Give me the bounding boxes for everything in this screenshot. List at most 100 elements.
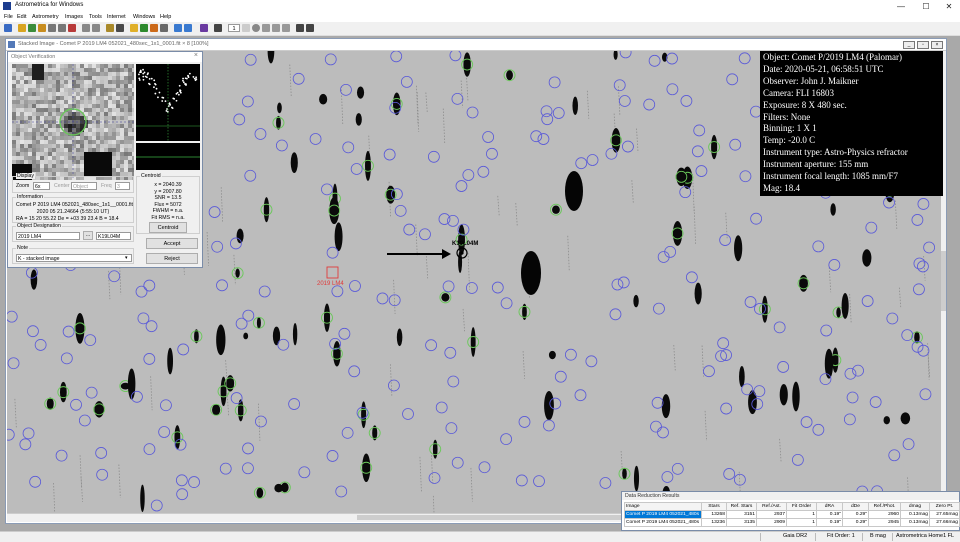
zoom-pixel bbox=[104, 92, 108, 96]
reject-button[interactable]: Reject bbox=[146, 253, 198, 264]
column-header[interactable]: Ref. Stars bbox=[726, 502, 757, 511]
zoom-pixel bbox=[40, 80, 44, 84]
mask-icon[interactable] bbox=[68, 24, 76, 32]
zoom-pixel bbox=[28, 96, 32, 100]
note-dropdown-icon[interactable]: ▾ bbox=[125, 255, 128, 261]
column-header[interactable]: dRA bbox=[816, 502, 843, 511]
zoom-pixel bbox=[36, 144, 40, 148]
column-header[interactable]: Stars bbox=[701, 502, 727, 511]
image-icon[interactable] bbox=[48, 24, 56, 32]
zoom-pixel bbox=[12, 124, 16, 128]
menu-windows[interactable]: Windows bbox=[133, 13, 155, 22]
darks-icon[interactable] bbox=[82, 24, 90, 32]
dialog-close-icon[interactable]: × bbox=[194, 52, 198, 59]
menu-help[interactable]: Help bbox=[160, 13, 171, 22]
status-bar: Gaia DR2 Fit Order: 1 B mag Astrometrica… bbox=[0, 531, 960, 542]
table-cell: 3151 bbox=[726, 510, 757, 519]
folder-icon[interactable] bbox=[38, 24, 46, 32]
star-streak bbox=[676, 167, 687, 187]
zoom-pixel bbox=[20, 128, 24, 132]
frame-input[interactable]: 1 bbox=[228, 24, 240, 32]
settings-icon[interactable] bbox=[106, 24, 114, 32]
table-row[interactable]: Comet P 2019 LM4 052021_480s 13268 3151 … bbox=[624, 510, 960, 519]
column-header[interactable]: dmag bbox=[900, 502, 930, 511]
zoom-pixel bbox=[104, 84, 108, 88]
next-icon[interactable] bbox=[272, 24, 280, 32]
save-icon[interactable] bbox=[28, 24, 36, 32]
freq-stepper[interactable]: 3 bbox=[115, 182, 130, 190]
record-icon[interactable] bbox=[252, 24, 260, 32]
close-button[interactable]: ✕ bbox=[938, 0, 960, 13]
column-header[interactable]: dDe bbox=[842, 502, 869, 511]
star-icon[interactable] bbox=[130, 24, 138, 32]
crosshair-icon[interactable] bbox=[160, 24, 168, 32]
star-streak bbox=[235, 268, 240, 278]
menu-astrometry[interactable]: Astrometry bbox=[32, 13, 59, 22]
menu-edit[interactable]: Edit bbox=[17, 13, 26, 22]
catalog-star-circle bbox=[400, 76, 413, 88]
zoom-select[interactable]: 6x bbox=[33, 182, 50, 190]
designation-code-input[interactable]: K19L04M bbox=[96, 232, 131, 240]
open-icon[interactable] bbox=[18, 24, 26, 32]
centroid-button[interactable]: Centroid bbox=[149, 222, 187, 233]
stack-icon[interactable] bbox=[58, 24, 66, 32]
menu-tools[interactable]: Tools bbox=[89, 13, 102, 22]
zoom-pixel bbox=[32, 116, 36, 120]
tool-b-icon[interactable] bbox=[306, 24, 314, 32]
column-header[interactable]: Fit Order bbox=[786, 502, 817, 511]
zoom-pixel bbox=[96, 160, 100, 164]
blink-icon[interactable] bbox=[116, 24, 124, 32]
menu-images[interactable]: Images bbox=[65, 13, 83, 22]
zoom-pixel bbox=[60, 156, 64, 160]
zoom-pixel bbox=[16, 152, 20, 156]
zoom-pixel bbox=[124, 152, 128, 156]
centroid-x: x = 2040.39 bbox=[154, 182, 182, 188]
frame-stepper-icon[interactable] bbox=[242, 24, 250, 32]
last-icon[interactable] bbox=[282, 24, 290, 32]
accept-button[interactable]: Accept bbox=[146, 238, 198, 249]
reduce-icon[interactable] bbox=[140, 24, 148, 32]
vertical-scroll-thumb[interactable] bbox=[941, 251, 946, 311]
zoom-pixel bbox=[132, 116, 134, 120]
zoom-out-icon[interactable] bbox=[184, 24, 192, 32]
brightness-profile-plot bbox=[136, 64, 200, 141]
new-icon[interactable] bbox=[4, 24, 12, 32]
column-header[interactable]: Image bbox=[624, 502, 702, 511]
zoom-pixel bbox=[80, 96, 84, 100]
menu-internet[interactable]: Internet bbox=[107, 13, 126, 22]
image-restore-button[interactable]: ▫ bbox=[917, 41, 929, 49]
track-icon[interactable] bbox=[150, 24, 158, 32]
bright-star bbox=[565, 171, 583, 211]
image-minimize-button[interactable]: _ bbox=[903, 41, 915, 49]
zoom-pixel bbox=[108, 64, 112, 68]
zoom-pixel bbox=[108, 144, 112, 148]
zoom-pixel bbox=[120, 72, 124, 76]
zoom-in-icon[interactable] bbox=[174, 24, 182, 32]
note-select[interactable]: K - stacked image bbox=[16, 254, 132, 262]
zoom-pixel bbox=[112, 76, 116, 80]
menu-file[interactable]: File bbox=[4, 13, 13, 22]
designation-input[interactable]: 2019 LM4 bbox=[16, 232, 80, 240]
zoom-pixel bbox=[104, 104, 108, 108]
zoom-pixel bbox=[128, 144, 132, 148]
designation-browse-button[interactable]: ... bbox=[83, 231, 93, 240]
maximize-button[interactable]: ☐ bbox=[915, 0, 937, 13]
flats-icon[interactable] bbox=[92, 24, 100, 32]
zoom-pixel bbox=[124, 72, 128, 76]
zoom-pixel bbox=[36, 152, 40, 156]
zoom-pixel bbox=[108, 168, 112, 172]
tool-a-icon[interactable] bbox=[296, 24, 304, 32]
catalog-star-circle bbox=[777, 361, 790, 373]
column-header[interactable]: Ref./Phot. bbox=[868, 502, 901, 511]
table-row[interactable]: Comet P 2019 LM4 052021_480s 13236 3135 … bbox=[624, 518, 960, 527]
info-icon[interactable] bbox=[200, 24, 208, 32]
play-icon[interactable] bbox=[262, 24, 270, 32]
zoom-pixel bbox=[88, 148, 92, 152]
column-header[interactable]: Ref./Ast. bbox=[756, 502, 787, 511]
grid-icon[interactable] bbox=[214, 24, 222, 32]
column-header[interactable]: Zero Pt. bbox=[929, 502, 960, 511]
center-select[interactable]: Object bbox=[71, 182, 97, 190]
image-close-button[interactable]: × bbox=[931, 41, 943, 49]
minimize-button[interactable]: — bbox=[890, 0, 912, 13]
profile-canvas bbox=[136, 64, 200, 141]
